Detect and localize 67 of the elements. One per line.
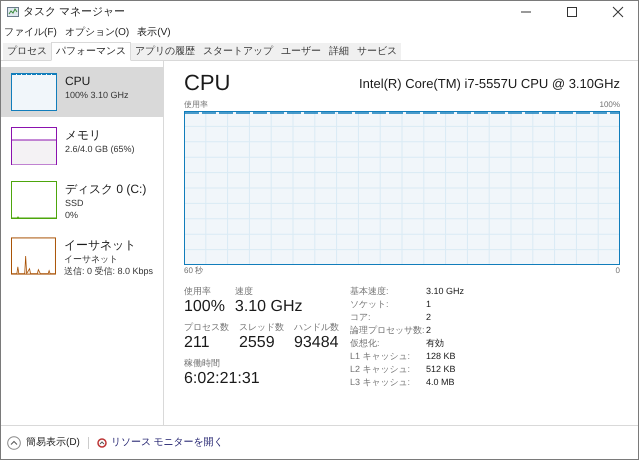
- axis-label: 0: [616, 265, 620, 277]
- stat-value: 100%: [184, 297, 225, 317]
- detail-label: L2 キャッシュ:: [350, 363, 412, 376]
- stat-value: 2559: [239, 333, 276, 353]
- cpu-thumbnail: [11, 73, 57, 111]
- detail-label: 論理プロセッサ数:: [350, 324, 422, 337]
- stat-label: 稼働時間: [184, 357, 221, 369]
- axis-label: 使用率: [184, 99, 208, 111]
- detail-label: ソケット:: [350, 298, 390, 311]
- tab[interactable]: ユーザー: [277, 43, 325, 60]
- detail-label: コア:: [350, 311, 372, 324]
- stat-value: 3.10 GHz: [234, 297, 303, 317]
- tab[interactable]: アプリの履歴: [131, 43, 199, 60]
- menu-item[interactable]: オプション(O): [64, 24, 130, 40]
- detail-value: 128 KB: [426, 350, 457, 363]
- item-detail: 送信: 0 受信: 8.0 Kbps: [64, 265, 153, 277]
- network-thumbnail: [11, 237, 56, 275]
- sidebar-item[interactable]: CPU 100% 3.10 GHz: [1, 67, 163, 117]
- item-title: CPU: [65, 73, 92, 89]
- detail-value: 512 KB: [426, 363, 457, 376]
- tab[interactable]: 詳細: [325, 43, 353, 60]
- window-title: タスク マネージャー: [23, 4, 126, 20]
- memory-thumbnail: [11, 127, 57, 165]
- resource-monitor-link[interactable]: リソース モニターを開く: [96, 435, 224, 450]
- monitor-icon: [96, 438, 107, 448]
- tab[interactable]: パフォーマンス: [51, 42, 131, 61]
- tab[interactable]: プロセス: [3, 43, 51, 60]
- detail-value: 2: [426, 311, 432, 324]
- close-icon[interactable]: [612, 6, 624, 18]
- tab[interactable]: スタートアップ: [199, 43, 277, 60]
- stat-label: 使用率: [184, 285, 212, 297]
- stat-label: スレッド数: [239, 321, 284, 333]
- axis-label: 60 秒: [184, 265, 204, 277]
- item-detail: 100% 3.10 GHz: [65, 89, 129, 101]
- axis-label: 100%: [600, 99, 620, 111]
- detail-value: 3.10 GHz: [426, 285, 464, 298]
- detail-label: L1 キャッシュ:: [350, 350, 412, 363]
- collapse-icon: [7, 436, 21, 450]
- item-detail: イーサネット: [64, 253, 119, 265]
- app-icon: [7, 6, 19, 18]
- stat-label: ハンドル数: [294, 321, 339, 333]
- item-title: ディスク 0 (C:): [65, 181, 146, 197]
- cpu-model: Intel(R) Core(TM) i7-5557U CPU @ 3.10GHz: [359, 74, 620, 93]
- tab[interactable]: サービス: [353, 43, 401, 60]
- detail-label: 仮想化:: [350, 337, 381, 350]
- item-detail: 0%: [65, 209, 80, 221]
- stat-value: 93484: [294, 333, 339, 353]
- detail-value: 有効: [426, 337, 445, 350]
- item-title: メモリ: [65, 127, 102, 143]
- detail-label: L3 キャッシュ:: [350, 376, 412, 389]
- maximize-icon[interactable]: [566, 6, 578, 18]
- menu-item[interactable]: 表示(V): [136, 24, 172, 40]
- item-detail: 2.6/4.0 GB (65%): [65, 143, 135, 155]
- disk-thumbnail: [11, 181, 57, 219]
- panel-title: CPU: [184, 69, 230, 97]
- detail-label: 基本速度:: [350, 285, 390, 298]
- detail-value: 1: [426, 298, 432, 311]
- item-title: イーサネット: [64, 237, 137, 253]
- detail-value: 2: [426, 324, 432, 337]
- detail-value: 4.0 MB: [426, 376, 456, 389]
- stat-label: 速度: [234, 285, 254, 297]
- stat-value: 6:02:21:31: [184, 369, 260, 389]
- item-detail: SSD: [65, 197, 85, 209]
- menu-item[interactable]: ファイル(F): [3, 24, 58, 40]
- fewer-details-button[interactable]: 簡易表示(D): [7, 435, 80, 450]
- stat-value: 211: [184, 333, 211, 353]
- stat-label: プロセス数: [184, 321, 229, 333]
